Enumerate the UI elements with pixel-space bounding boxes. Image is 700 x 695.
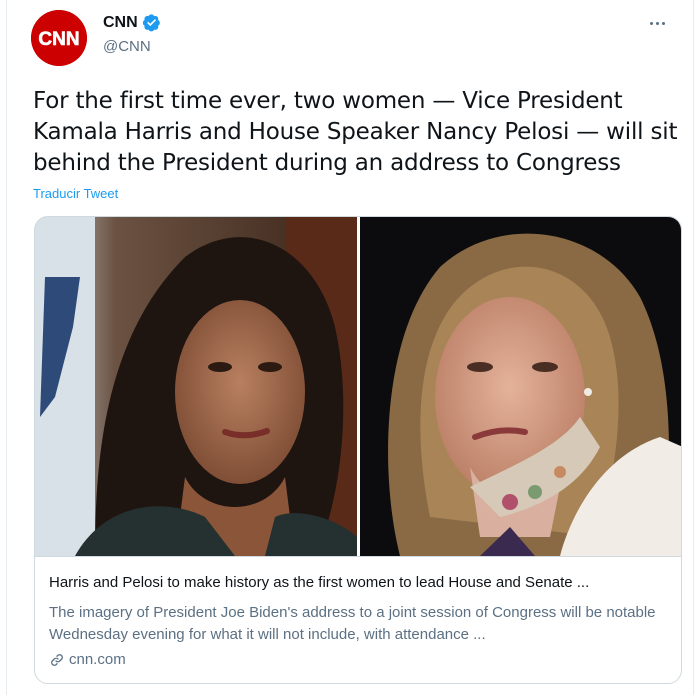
card-images[interactable] — [35, 217, 681, 556]
avatar-text: CNN — [38, 29, 79, 50]
more-dot — [649, 21, 653, 25]
more-dot — [655, 21, 659, 25]
avatar[interactable]: CNN — [31, 10, 87, 66]
photo-nancy-pelosi[interactable] — [360, 217, 681, 556]
card-domain[interactable]: cnn.com — [69, 651, 126, 668]
card-divider — [35, 556, 681, 557]
card-domain-row[interactable]: cnn.com — [49, 651, 126, 668]
photo-kamala-harris[interactable] — [35, 217, 357, 556]
photo-kamala-harris-graphic — [35, 217, 357, 556]
translate-tweet-link[interactable]: Traducir Tweet — [33, 186, 118, 201]
more-dot — [661, 21, 665, 25]
tweet-card: CNN CNN @CNN For the first time ever, tw… — [6, 0, 694, 695]
cnn-logo-icon: CNN — [31, 10, 87, 66]
card-description[interactable]: The imagery of President Joe Biden's add… — [49, 602, 674, 646]
verified-badge-icon — [142, 14, 160, 32]
card-title[interactable]: Harris and Pelosi to make history as the… — [49, 574, 674, 591]
author-handle[interactable]: @CNN — [103, 38, 151, 55]
link-preview-card[interactable]: Harris and Pelosi to make history as the… — [34, 216, 682, 684]
author-name-row[interactable]: CNN — [103, 13, 161, 32]
link-icon — [51, 653, 63, 666]
more-options-button[interactable] — [643, 12, 671, 34]
tweet-text: For the first time ever, two women — Vic… — [33, 88, 678, 176]
photo-nancy-pelosi-graphic — [360, 217, 681, 556]
display-name[interactable]: CNN — [103, 14, 138, 32]
